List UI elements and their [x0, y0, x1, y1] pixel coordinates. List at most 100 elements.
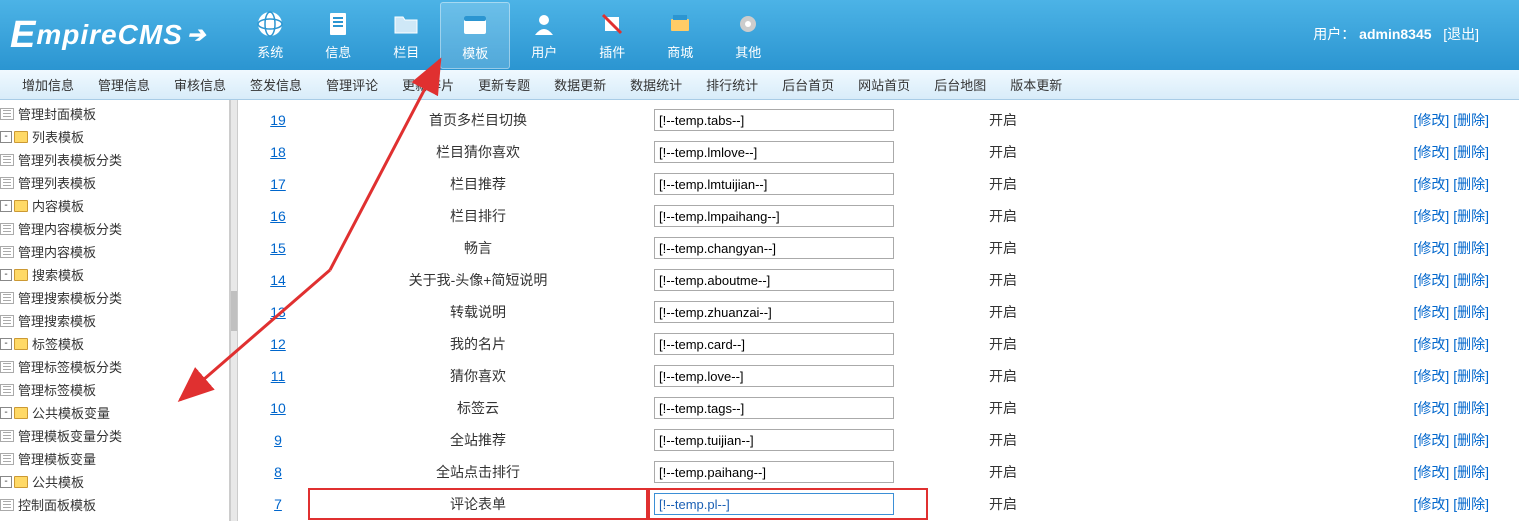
tree-label[interactable]: 控制面板模板: [18, 498, 96, 513]
edit-link[interactable]: [修改]: [1414, 272, 1450, 288]
sub-nav-item[interactable]: 数据统计: [618, 75, 694, 94]
tree-toggle-icon[interactable]: -: [0, 131, 12, 143]
delete-link[interactable]: [删除]: [1453, 336, 1489, 352]
row-id-link[interactable]: 12: [270, 336, 286, 352]
tree-label[interactable]: 管理封面模板: [18, 107, 96, 122]
row-id-link[interactable]: 9: [274, 432, 282, 448]
tree-toggle-icon[interactable]: -: [0, 476, 12, 488]
row-id-link[interactable]: 11: [271, 368, 286, 384]
var-input[interactable]: [654, 429, 894, 451]
delete-link[interactable]: [删除]: [1453, 208, 1489, 224]
edit-link[interactable]: [修改]: [1414, 144, 1450, 160]
tree-toggle-icon[interactable]: -: [0, 200, 12, 212]
var-input[interactable]: [654, 333, 894, 355]
tree-label[interactable]: 公共模板变量: [32, 406, 110, 421]
edit-link[interactable]: [修改]: [1414, 176, 1450, 192]
row-id-link[interactable]: 17: [270, 176, 286, 192]
edit-link[interactable]: [修改]: [1414, 464, 1450, 480]
sub-nav-item[interactable]: 版本更新: [998, 75, 1074, 94]
tree-toggle-icon[interactable]: -: [0, 338, 12, 350]
var-input[interactable]: [654, 173, 894, 195]
top-nav-doc[interactable]: 信息: [304, 2, 372, 69]
tree-node[interactable]: - 标签模板: [0, 332, 229, 355]
tree-node[interactable]: 管理标签模板: [0, 378, 229, 401]
tree-node[interactable]: -搜索模板: [0, 263, 229, 286]
edit-link[interactable]: [修改]: [1414, 112, 1450, 128]
row-id-link[interactable]: 13: [270, 304, 286, 320]
var-input[interactable]: [654, 109, 894, 131]
row-id-link[interactable]: 14: [270, 272, 286, 288]
delete-link[interactable]: [删除]: [1453, 240, 1489, 256]
tree-label[interactable]: 管理模板变量: [18, 452, 96, 467]
delete-link[interactable]: [删除]: [1453, 112, 1489, 128]
var-input[interactable]: [654, 301, 894, 323]
sub-nav-item[interactable]: 管理评论: [314, 75, 390, 94]
tree-label[interactable]: 管理列表模板分类: [18, 153, 122, 168]
delete-link[interactable]: [删除]: [1453, 272, 1489, 288]
edit-link[interactable]: [修改]: [1414, 208, 1450, 224]
tree-toggle-icon[interactable]: -: [0, 269, 12, 281]
tree-node[interactable]: -内容模板: [0, 194, 229, 217]
top-nav-shop[interactable]: 商城: [646, 2, 714, 69]
var-input[interactable]: [654, 365, 894, 387]
edit-link[interactable]: [修改]: [1414, 240, 1450, 256]
row-id-link[interactable]: 19: [270, 112, 286, 128]
var-input[interactable]: [654, 205, 894, 227]
row-id-link[interactable]: 10: [270, 400, 286, 416]
sub-nav-item[interactable]: 更新碎片: [390, 75, 466, 94]
sub-nav-item[interactable]: 后台地图: [922, 75, 998, 94]
top-nav-user[interactable]: 用户: [510, 2, 578, 69]
sub-nav-item[interactable]: 更新专题: [466, 75, 542, 94]
tree-node[interactable]: 管理模板变量: [0, 447, 229, 470]
tree-node[interactable]: 管理搜索模板: [0, 309, 229, 332]
edit-link[interactable]: [修改]: [1414, 336, 1450, 352]
tree-node[interactable]: 管理列表模板分类: [0, 148, 229, 171]
row-id-link[interactable]: 15: [270, 240, 286, 256]
edit-link[interactable]: [修改]: [1414, 432, 1450, 448]
delete-link[interactable]: [删除]: [1453, 368, 1489, 384]
sub-nav-item[interactable]: 排行统计: [694, 75, 770, 94]
tree-node[interactable]: 管理封面模板: [0, 102, 229, 125]
var-input[interactable]: [654, 141, 894, 163]
delete-link[interactable]: [删除]: [1453, 464, 1489, 480]
sub-nav-item[interactable]: 审核信息: [162, 75, 238, 94]
sub-nav-item[interactable]: 网站首页: [846, 75, 922, 94]
tree-label[interactable]: 列表模板: [32, 130, 84, 145]
tree-toggle-icon[interactable]: -: [0, 407, 12, 419]
tree-label[interactable]: 管理搜索模板: [18, 314, 96, 329]
tree-node[interactable]: 管理内容模板分类: [0, 217, 229, 240]
tree-label[interactable]: 管理内容模板分类: [18, 222, 122, 237]
row-id-link[interactable]: 7: [274, 496, 282, 512]
sub-nav-item[interactable]: 管理信息: [86, 75, 162, 94]
tree-label[interactable]: 标签模板: [32, 337, 84, 352]
delete-link[interactable]: [删除]: [1453, 144, 1489, 160]
delete-link[interactable]: [删除]: [1453, 496, 1489, 512]
var-input[interactable]: [654, 493, 894, 515]
var-input[interactable]: [654, 397, 894, 419]
tree-node[interactable]: - 公共模板: [0, 470, 229, 493]
pane-divider[interactable]: [230, 100, 238, 521]
tree-label[interactable]: 管理模板变量分类: [18, 429, 122, 444]
edit-link[interactable]: [修改]: [1414, 304, 1450, 320]
top-nav-window[interactable]: 模板: [440, 2, 510, 69]
sub-nav-item[interactable]: 签发信息: [238, 75, 314, 94]
var-input[interactable]: [654, 461, 894, 483]
sub-nav-item[interactable]: 后台首页: [770, 75, 846, 94]
tree-node[interactable]: - 列表模板: [0, 125, 229, 148]
delete-link[interactable]: [删除]: [1453, 400, 1489, 416]
top-nav-gear[interactable]: 其他: [714, 2, 782, 69]
tree-label[interactable]: 管理搜索模板分类: [18, 291, 122, 306]
edit-link[interactable]: [修改]: [1414, 496, 1450, 512]
logout-link[interactable]: [退出]: [1443, 26, 1479, 42]
tree-label[interactable]: 管理标签模板: [18, 383, 96, 398]
tree-node[interactable]: 全站搜索模板: [0, 516, 229, 521]
tree-label[interactable]: 管理列表模板: [18, 176, 96, 191]
edit-link[interactable]: [修改]: [1414, 368, 1450, 384]
tree-node[interactable]: 管理内容模板: [0, 240, 229, 263]
sub-nav-item[interactable]: 数据更新: [542, 75, 618, 94]
top-nav-plugin[interactable]: 插件: [578, 2, 646, 69]
tree-label[interactable]: 公共模板: [32, 475, 84, 490]
row-id-link[interactable]: 18: [270, 144, 286, 160]
row-id-link[interactable]: 16: [270, 208, 286, 224]
tree-node[interactable]: 管理模板变量分类: [0, 424, 229, 447]
